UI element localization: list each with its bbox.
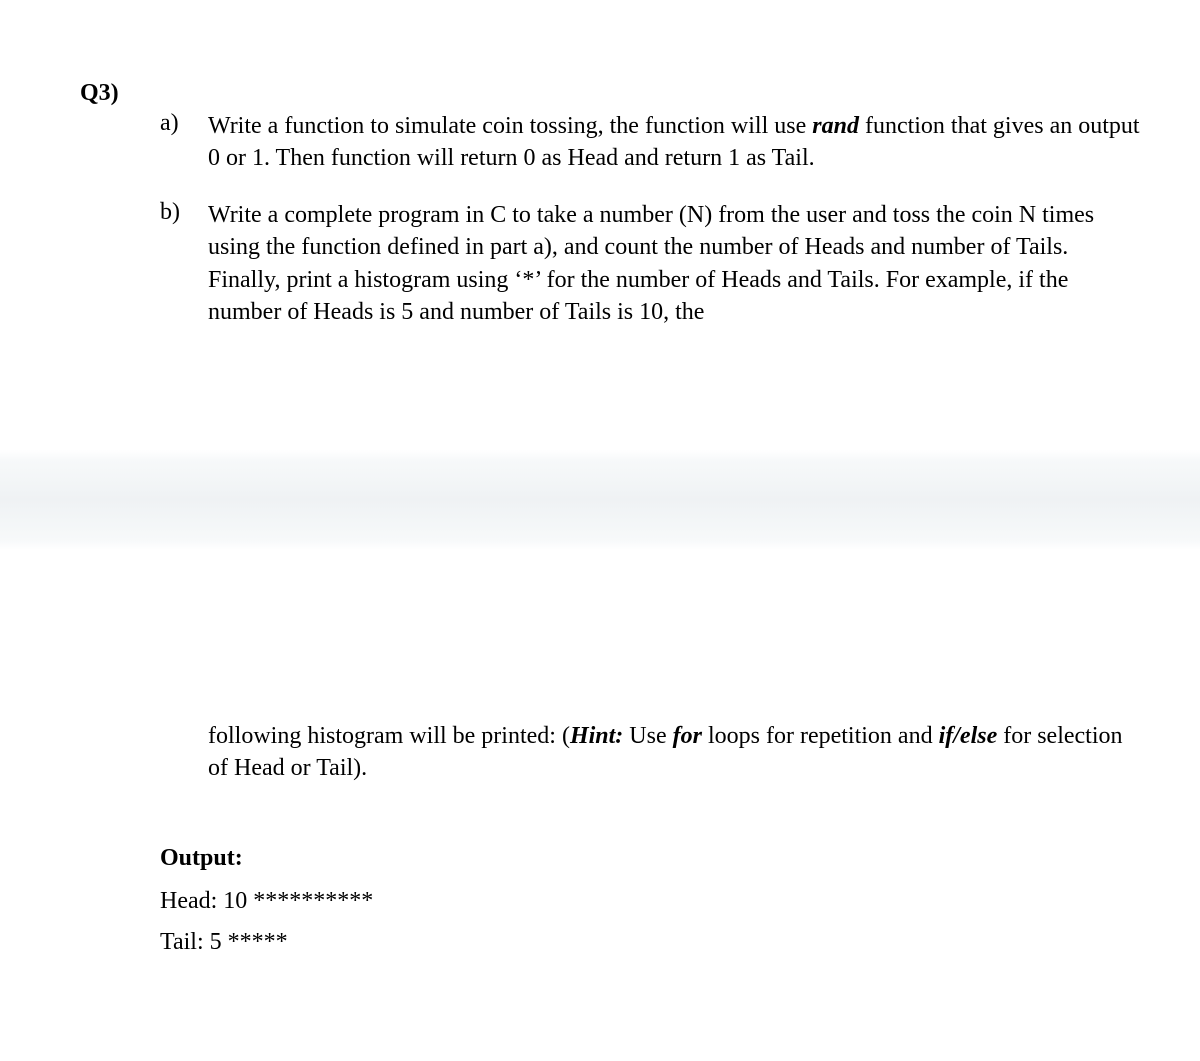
part-a-label: a) <box>160 110 208 175</box>
part-b-text: Write a complete program in C to take a … <box>208 199 1140 329</box>
part-b-continuation: following histogram will be printed: (Hi… <box>208 720 1140 785</box>
question-number: Q3) <box>80 80 119 107</box>
output-tail-line: Tail: 5 ***** <box>160 929 1140 956</box>
hint-label: Hint: <box>570 723 623 749</box>
cont-mid2: loops for repetition and <box>702 723 939 749</box>
cont-before-hint: following histogram will be printed: ( <box>208 723 570 749</box>
output-section: Output: Head: 10 ********** Tail: 5 ****… <box>160 845 1140 956</box>
ifelse-keyword: if/else <box>939 723 998 749</box>
for-keyword: for <box>673 723 702 749</box>
part-a-text: Write a function to simulate coin tossin… <box>208 110 1140 175</box>
rand-keyword: rand <box>812 113 859 139</box>
output-head-line: Head: 10 ********** <box>160 888 1140 915</box>
part-b-label: b) <box>160 199 208 329</box>
part-a-text-before: Write a function to simulate coin tossin… <box>208 113 812 139</box>
cont-mid1: Use <box>623 723 672 749</box>
part-b: b) Write a complete program in C to take… <box>160 199 1140 329</box>
part-a: a) Write a function to simulate coin tos… <box>160 110 1140 175</box>
output-label: Output: <box>160 845 1140 872</box>
separator-band <box>0 450 1200 550</box>
